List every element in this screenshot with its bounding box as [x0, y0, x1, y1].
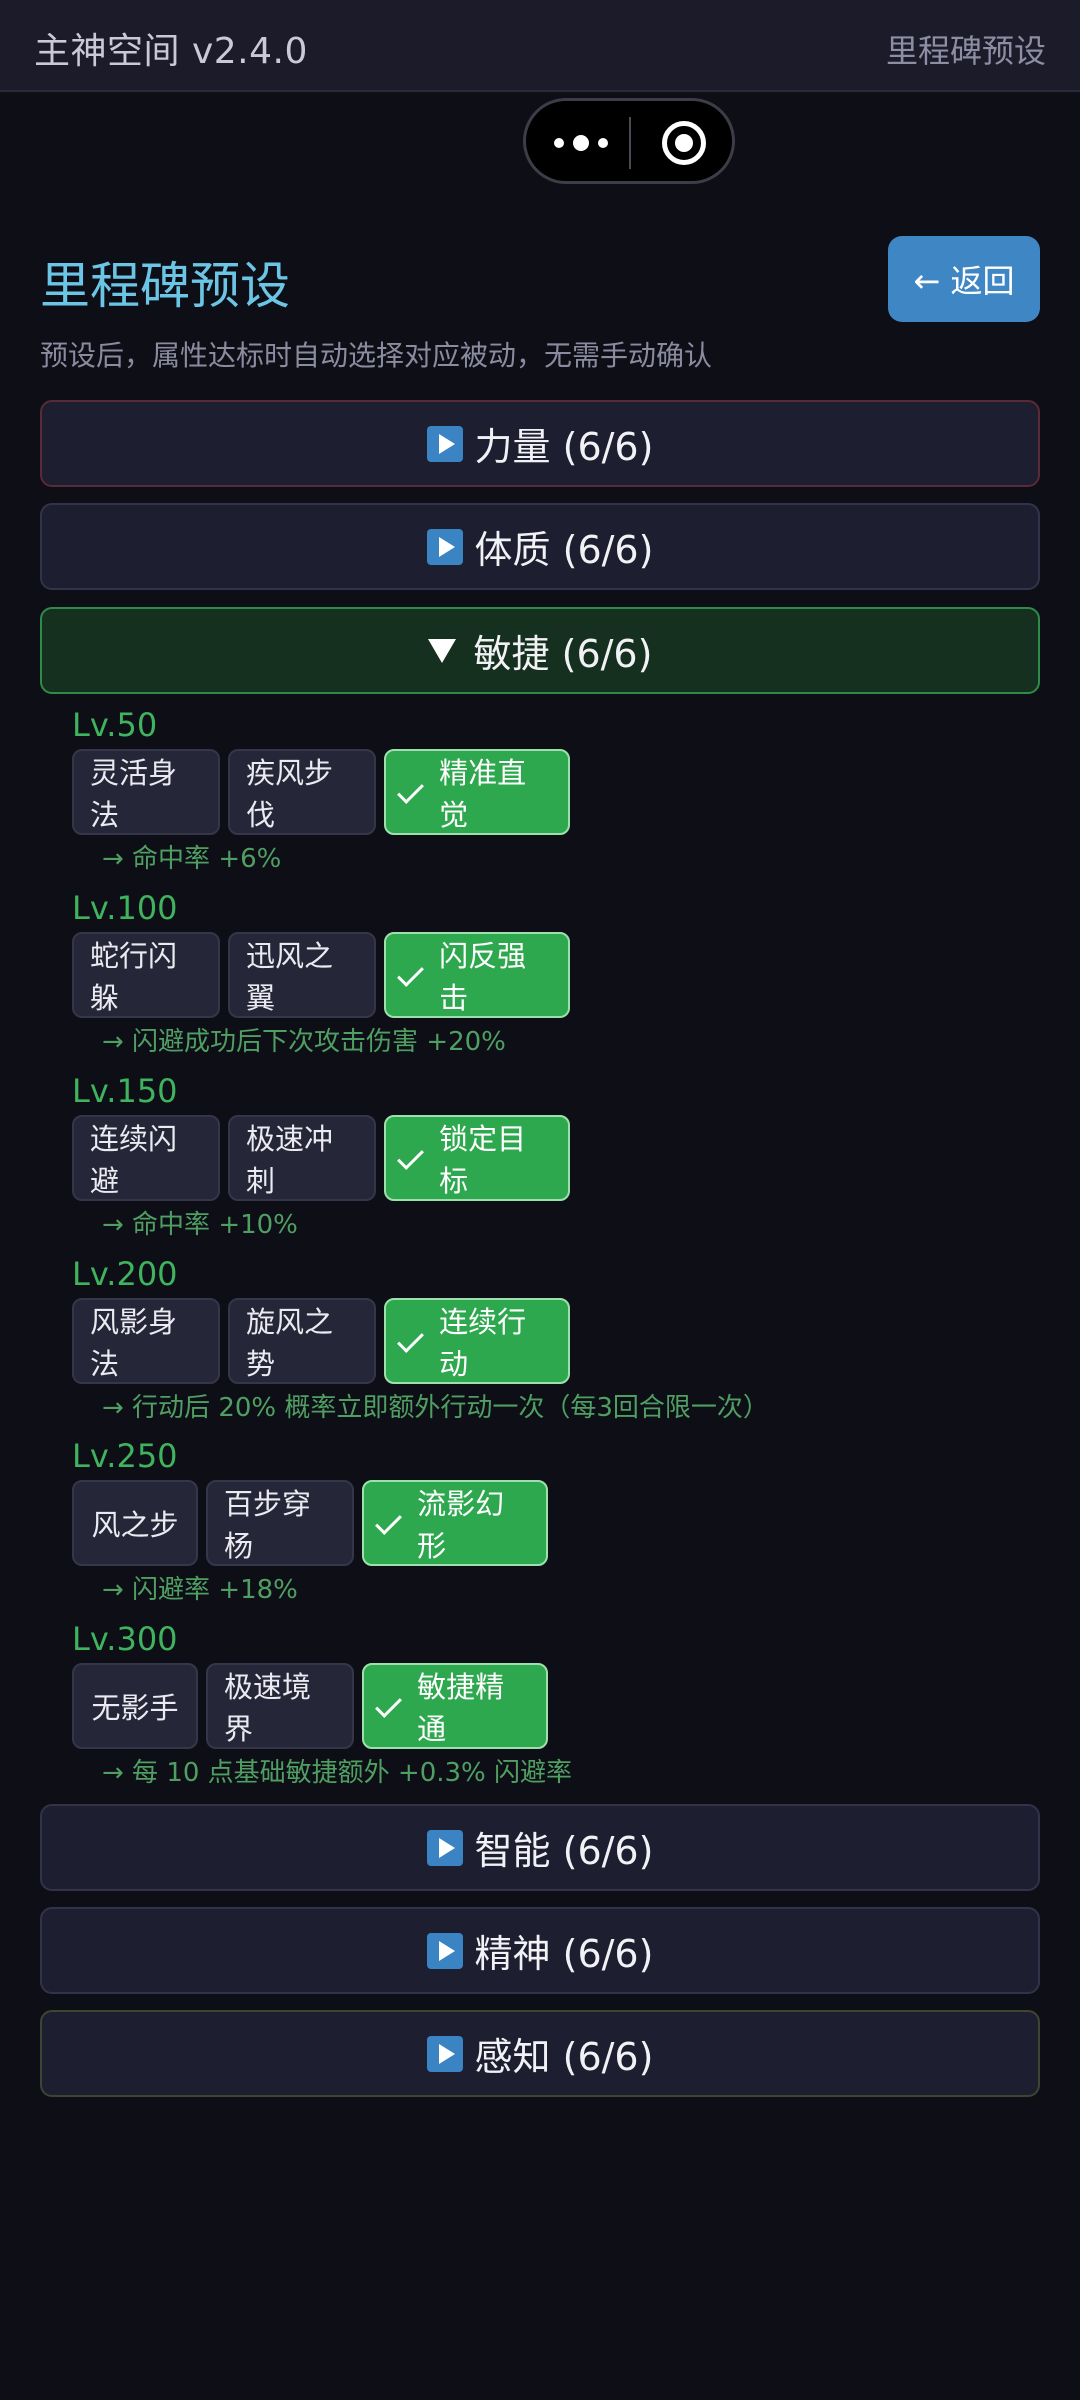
app-bar-page-label: 里程碑预设	[885, 32, 1046, 70]
option-button-selected[interactable]: 流影幻形	[362, 1480, 548, 1566]
level-label: Lv.200	[72, 1255, 178, 1293]
option-label: 精准直觉	[439, 756, 527, 832]
option-label: 锁定目标	[439, 1122, 527, 1198]
option-label: 连续行动	[439, 1305, 527, 1381]
option-label: 闪反强击	[439, 939, 527, 1015]
expand-icon	[426, 425, 463, 462]
check-icon	[402, 965, 431, 985]
expand-icon	[426, 1829, 463, 1866]
option-effect: → 命中率 +10%	[102, 1210, 298, 1240]
page-subtitle: 预设后，属性达标时自动选择对应被动，无需手动确认	[40, 339, 713, 372]
option-effect: → 命中率 +6%	[102, 844, 282, 874]
option-button[interactable]: 迅风之翼	[228, 932, 376, 1018]
option-button[interactable]: 极速境界	[206, 1663, 354, 1749]
category-label: 体质 (6/6)	[474, 528, 654, 572]
milestone-lv150: Lv.150 连续闪避 极速冲刺 锁定目标 → 命中率 +10%	[72, 1071, 1032, 1243]
option-button[interactable]: 极速冲刺	[228, 1115, 376, 1201]
page-title: 里程碑预设	[40, 257, 290, 315]
check-icon	[402, 1331, 431, 1351]
option-button[interactable]: 灵活身法	[72, 749, 220, 835]
option-button-selected[interactable]: 连续行动	[384, 1298, 570, 1384]
category-label: 精神 (6/6)	[474, 1932, 654, 1976]
expand-icon	[426, 1932, 463, 1969]
level-label: Lv.150	[72, 1072, 178, 1110]
option-label: 流影幻形	[417, 1487, 505, 1563]
category-perception[interactable]: 感知 (6/6)	[40, 2010, 1040, 2097]
app-bar: 主神空间 v2.4.0 里程碑预设	[0, 0, 1080, 92]
category-strength[interactable]: 力量 (6/6)	[40, 400, 1040, 487]
check-icon	[402, 1148, 431, 1168]
option-effect: → 闪避成功后下次攻击伤害 +20%	[102, 1027, 506, 1057]
option-effect: → 行动后 20% 概率立即额外行动一次（每3回合限一次）	[102, 1393, 769, 1423]
category-label: 智能 (6/6)	[474, 1829, 654, 1873]
milestone-lv250: Lv.250 风之步 百步穿杨 流影幻形 → 闪避率 +18%	[72, 1436, 1032, 1608]
option-button-selected[interactable]: 闪反强击	[384, 932, 570, 1018]
option-button-selected[interactable]: 精准直觉	[384, 749, 570, 835]
option-button[interactable]: 疾风步伐	[228, 749, 376, 835]
category-spirit[interactable]: 精神 (6/6)	[40, 1907, 1040, 1994]
option-button[interactable]: 风影身法	[72, 1298, 220, 1384]
category-label: 敏捷 (6/6)	[473, 632, 653, 676]
close-target-icon[interactable]	[662, 121, 706, 165]
option-effect: → 每 10 点基础敏捷额外 +0.3% 闪避率	[102, 1758, 573, 1788]
expand-icon	[426, 2035, 463, 2072]
more-icon[interactable]	[554, 131, 608, 155]
milestone-lv100: Lv.100 蛇行闪躲 迅风之翼 闪反强击 → 闪避成功后下次攻击伤害 +20%	[72, 888, 1032, 1060]
level-label: Lv.50	[72, 706, 158, 744]
collapse-icon	[427, 638, 456, 663]
check-icon	[380, 1696, 409, 1716]
milestone-lv300: Lv.300 无影手 极速境界 敏捷精通 → 每 10 点基础敏捷额外 +0.3…	[72, 1619, 1032, 1791]
mini-program-capsule	[523, 98, 735, 184]
option-button-selected[interactable]: 敏捷精通	[362, 1663, 548, 1749]
option-button[interactable]: 蛇行闪躲	[72, 932, 220, 1018]
level-label: Lv.100	[72, 889, 178, 927]
app-title: 主神空间 v2.4.0	[34, 31, 308, 72]
option-button[interactable]: 连续闪避	[72, 1115, 220, 1201]
category-agility[interactable]: 敏捷 (6/6)	[40, 607, 1040, 694]
check-icon	[402, 782, 431, 802]
option-button-selected[interactable]: 锁定目标	[384, 1115, 570, 1201]
check-icon	[380, 1513, 409, 1533]
level-label: Lv.250	[72, 1437, 178, 1475]
category-label: 感知 (6/6)	[474, 2035, 654, 2079]
option-button[interactable]: 旋风之势	[228, 1298, 376, 1384]
option-label: 敏捷精通	[417, 1670, 505, 1746]
category-constitution[interactable]: 体质 (6/6)	[40, 503, 1040, 590]
category-label: 力量 (6/6)	[474, 425, 654, 469]
back-button[interactable]: ← 返回	[888, 236, 1040, 322]
option-button[interactable]: 无影手	[72, 1663, 198, 1749]
level-label: Lv.300	[72, 1620, 178, 1658]
option-button[interactable]: 风之步	[72, 1480, 198, 1566]
milestone-lv50: Lv.50 灵活身法 疾风步伐 精准直觉 → 命中率 +6%	[72, 705, 1032, 877]
expand-icon	[426, 528, 463, 565]
category-intelligence[interactable]: 智能 (6/6)	[40, 1804, 1040, 1891]
capsule-divider	[629, 117, 631, 169]
option-button[interactable]: 百步穿杨	[206, 1480, 354, 1566]
milestone-lv200: Lv.200 风影身法 旋风之势 连续行动 → 行动后 20% 概率立即额外行动…	[72, 1254, 1032, 1426]
option-effect: → 闪避率 +18%	[102, 1575, 298, 1605]
